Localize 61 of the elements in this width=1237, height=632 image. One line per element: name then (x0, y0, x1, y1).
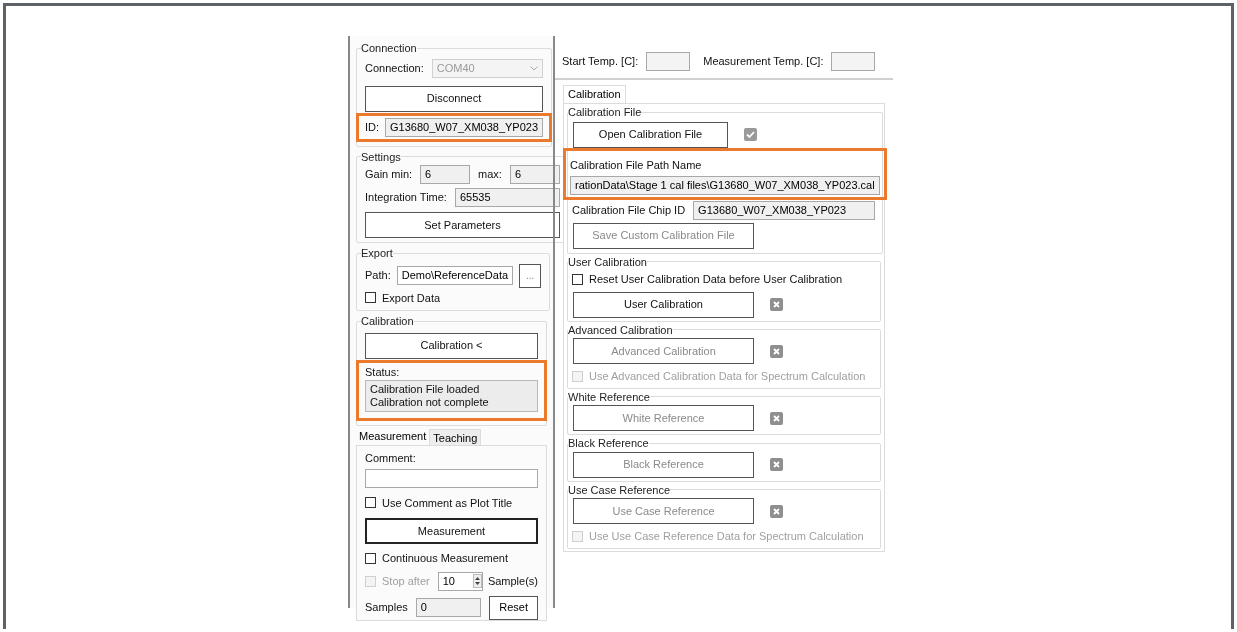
group-title: Settings (361, 149, 401, 165)
group-title: Advanced Calibration (568, 322, 673, 338)
status-line: Calibration File loaded (370, 383, 481, 396)
button[interactable]: Open Calibration File (573, 121, 728, 148)
field-label: Measurement Temp. [C]: (703, 53, 824, 69)
checkbox[interactable] (365, 292, 376, 304)
temperature-field[interactable] (831, 51, 876, 71)
group-title: Export (361, 246, 393, 261)
checkbox-label: Export Data (382, 290, 441, 306)
chevron-down-icon (530, 65, 539, 71)
checkbox[interactable] (572, 273, 583, 285)
checkbox-label: Use Use Case Reference Data for Spectrum Calculation (589, 529, 864, 544)
checkbox[interactable] (365, 497, 376, 509)
button[interactable]: Set Parameters (365, 212, 560, 238)
field-label: ID: (365, 119, 380, 135)
spinner-arrows-icon (472, 574, 482, 588)
field-label: Gain min: (365, 167, 413, 183)
group-title: Use Case Reference (568, 482, 671, 498)
group-title: White Reference (568, 389, 650, 405)
group-title: Connection (361, 41, 417, 56)
field-label: Integration Time: (365, 190, 447, 206)
reset-button[interactable]: Reset (489, 595, 538, 620)
field-label: Samples (365, 600, 408, 616)
group-title: Calibration (361, 314, 414, 329)
text-field[interactable]: 65535 (454, 188, 560, 207)
text-field[interactable]: G13680_W07_XM038_YP023 (693, 200, 876, 220)
field-label: Connection: (365, 60, 424, 76)
status-line: Calibration not complete (370, 396, 490, 409)
field-label: Path: (365, 268, 391, 284)
field-label: Calibration File Chip ID (572, 202, 686, 218)
group-title: User Calibration (568, 254, 647, 270)
number-spinner[interactable]: 10 (437, 571, 483, 591)
field-label: max: (478, 167, 502, 183)
text-field[interactable]: Demo\ReferenceData (396, 266, 514, 285)
temperature-field[interactable] (646, 51, 691, 71)
text-field[interactable]: rationData\Stage 1 cal files\G13680_W07_XM038_YP023.cal (570, 175, 880, 195)
field-label: Start Temp. [C]: (562, 53, 639, 69)
checkbox-label: Continuous Measurement (382, 551, 508, 566)
group-title: Calibration File (568, 105, 642, 120)
comment-field[interactable] (365, 468, 538, 488)
button[interactable]: Calibration < (365, 332, 538, 359)
status-label: Status: (365, 364, 401, 380)
browse-button[interactable]: ... (519, 263, 542, 288)
tab[interactable]: Calibration (563, 85, 626, 103)
text-field[interactable]: G13680_W07_XM038_YP023 (385, 117, 544, 137)
checkbox-label: Use Advanced Calibration Data for Spectrum Calculation (589, 369, 866, 384)
text-field[interactable]: 6 (509, 165, 560, 184)
checkbox[interactable] (365, 552, 376, 564)
button[interactable]: User Calibration (573, 291, 754, 318)
text-field[interactable]: 0 (415, 598, 482, 617)
checkbox-label: Stop after (382, 573, 430, 589)
tab[interactable]: Teaching (429, 429, 482, 445)
checkbox-label: Reset User Calibration Data before User Calibration (589, 272, 843, 287)
group-title: Black Reference (568, 436, 649, 451)
field-label: Comment: (365, 451, 417, 466)
button[interactable]: Measurement (365, 518, 538, 544)
field-label: Sample(s) (487, 573, 538, 589)
text-field[interactable]: 6 (420, 165, 471, 184)
checkbox-label: Use Comment as Plot Title (382, 495, 513, 511)
button[interactable]: Disconnect (365, 85, 544, 112)
field-label: Calibration File Path Name (570, 158, 702, 171)
